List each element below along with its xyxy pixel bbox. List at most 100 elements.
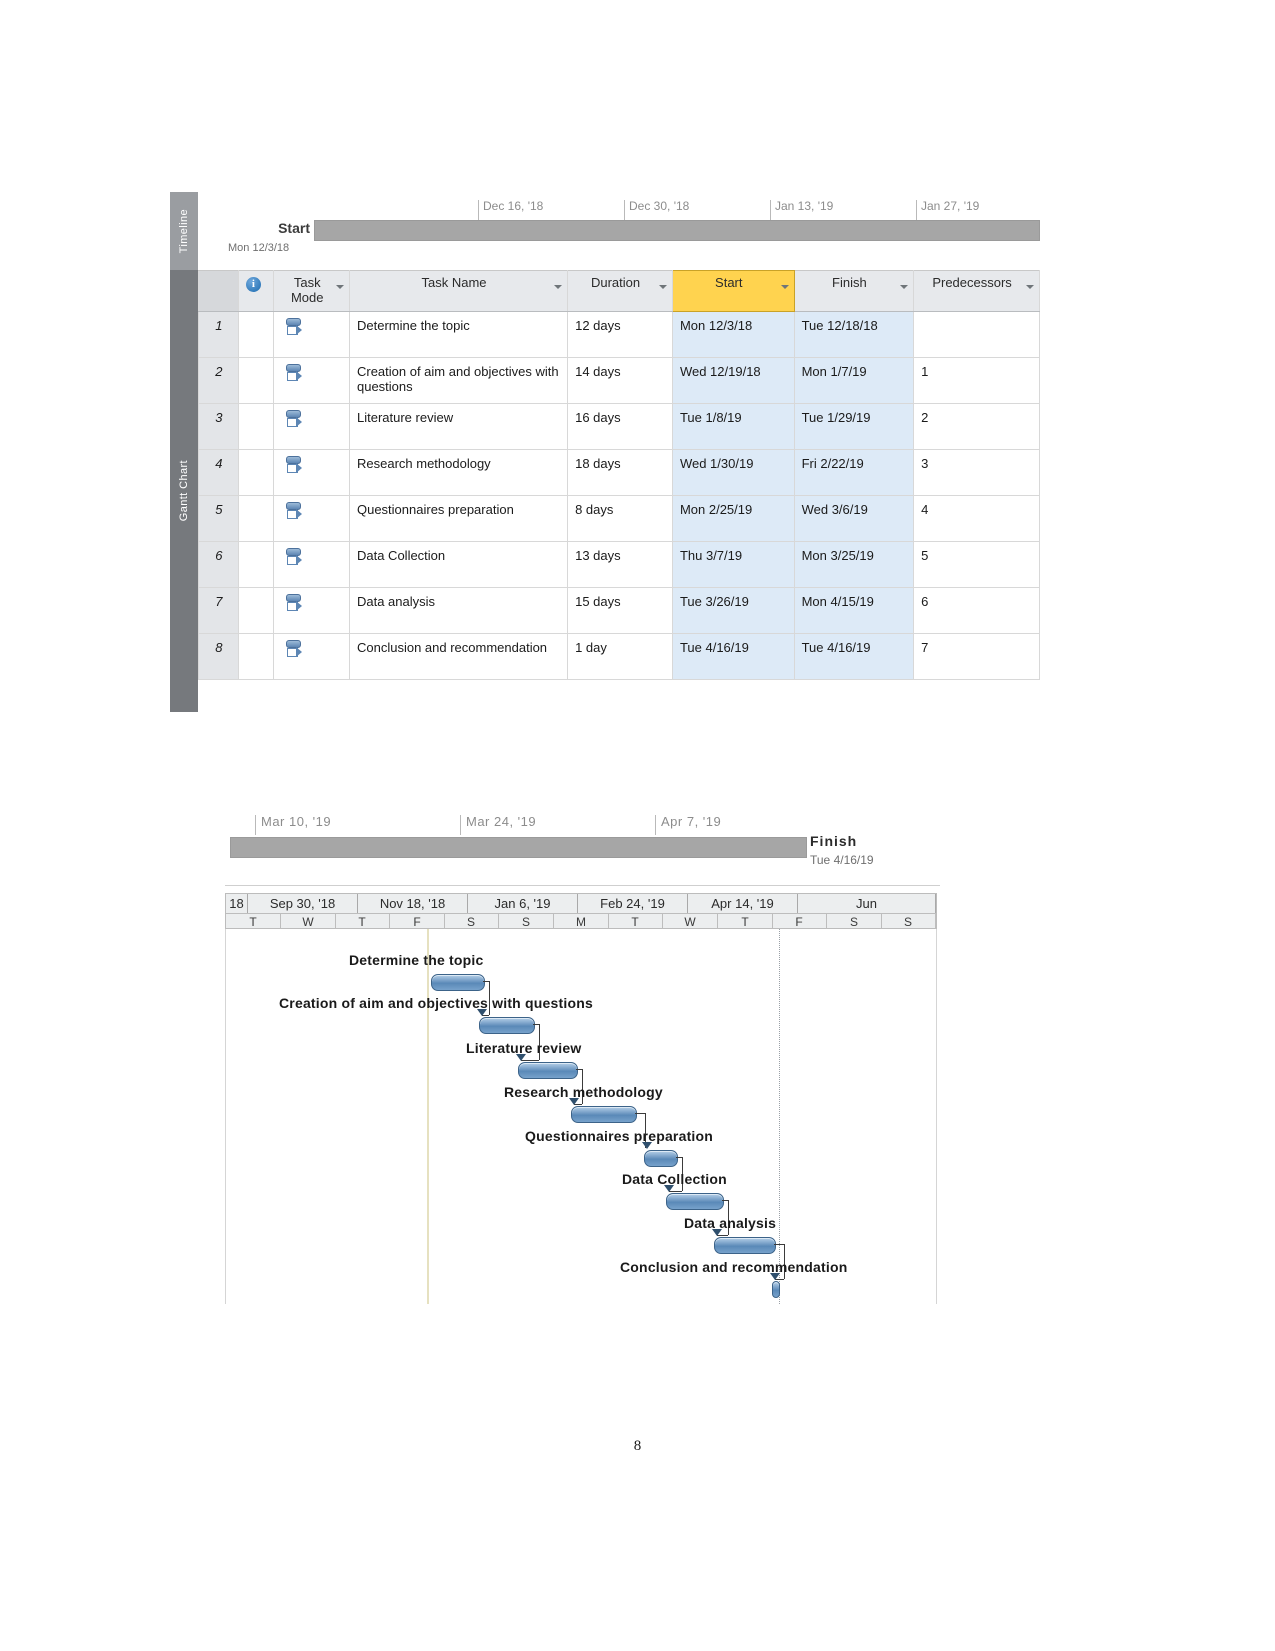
- task-name-cell[interactable]: Literature review: [348, 403, 569, 450]
- task-name-cell[interactable]: Conclusion and recommendation: [348, 633, 569, 680]
- gantt-bar[interactable]: [772, 1281, 780, 1298]
- task-mode-cell[interactable]: [273, 495, 350, 542]
- duration-cell[interactable]: 8 days: [567, 495, 673, 542]
- gantt-bar[interactable]: [644, 1150, 678, 1167]
- col-header-predecessors[interactable]: Predecessors: [913, 270, 1040, 312]
- col-header-duration[interactable]: Duration: [567, 270, 673, 312]
- gantt-bar-label: Data Collection: [622, 1171, 727, 1187]
- chevron-down-icon[interactable]: [658, 285, 667, 289]
- row-number: 4: [198, 449, 239, 496]
- finish-cell[interactable]: Mon 1/7/19: [793, 357, 915, 404]
- col-header-task-name[interactable]: Task Name: [348, 270, 569, 312]
- table-row[interactable]: 3 Literature review 16 days Tue 1/8/19 Tue 1…: [198, 403, 1040, 450]
- task-mode-cell[interactable]: [273, 449, 350, 496]
- gantt-minor-tick: S: [499, 913, 554, 929]
- duration-cell[interactable]: 18 days: [567, 449, 673, 496]
- indicator-cell[interactable]: [237, 541, 275, 588]
- finish-cell[interactable]: Tue 1/29/19: [793, 403, 915, 450]
- task-name-cell[interactable]: Data analysis: [348, 587, 569, 634]
- task-name-cell[interactable]: Research methodology: [348, 449, 569, 496]
- table-row[interactable]: 7 Data analysis 15 days Tue 3/26/19 Mon 4/15…: [198, 587, 1040, 634]
- start-cell[interactable]: Mon 2/25/19: [671, 495, 795, 542]
- predecessors-cell[interactable]: 1: [913, 357, 1040, 404]
- indicator-cell[interactable]: [237, 311, 275, 358]
- task-mode-cell[interactable]: [273, 633, 350, 680]
- predecessors-cell[interactable]: 6: [913, 587, 1040, 634]
- task-mode-cell[interactable]: [273, 357, 350, 404]
- indicator-cell[interactable]: [237, 633, 275, 680]
- start-cell[interactable]: Thu 3/7/19: [671, 541, 795, 588]
- gantt-bar[interactable]: [431, 974, 485, 991]
- predecessors-cell[interactable]: 2: [913, 403, 1040, 450]
- task-name-cell[interactable]: Questionnaires preparation: [348, 495, 569, 542]
- gantt-minor-tick: S: [444, 913, 499, 929]
- timeline-progress-bar[interactable]: [314, 220, 1040, 241]
- side-tab-gantt-chart[interactable]: Gantt Chart: [170, 270, 198, 712]
- task-mode-cell[interactable]: [273, 311, 350, 358]
- predecessors-cell[interactable]: 4: [913, 495, 1040, 542]
- gantt-bar[interactable]: [666, 1193, 724, 1210]
- duration-cell[interactable]: 1 day: [567, 633, 673, 680]
- start-cell[interactable]: Mon 12/3/18: [671, 311, 795, 358]
- finish-cell[interactable]: Tue 4/16/19: [793, 633, 915, 680]
- finish-cell[interactable]: Fri 2/22/19: [793, 449, 915, 496]
- task-mode-cell[interactable]: [273, 587, 350, 634]
- task-mode-cell[interactable]: [273, 541, 350, 588]
- col-header-start[interactable]: Start: [671, 270, 795, 312]
- predecessors-cell[interactable]: 3: [913, 449, 1040, 496]
- side-tab-gantt-label: Gantt Chart: [178, 460, 190, 522]
- finish-cell[interactable]: Mon 4/15/19: [793, 587, 915, 634]
- col-header-task-mode[interactable]: Task Mode: [273, 270, 350, 312]
- gantt-bar[interactable]: [571, 1106, 637, 1123]
- indicator-cell[interactable]: [237, 357, 275, 404]
- duration-cell[interactable]: 14 days: [567, 357, 673, 404]
- task-mode-cell[interactable]: [273, 403, 350, 450]
- table-row[interactable]: 4 Research methodology 18 days Wed 1/30/19 F…: [198, 449, 1040, 496]
- gantt-bar-label: Research methodology: [504, 1084, 663, 1100]
- start-cell[interactable]: Tue 3/26/19: [671, 587, 795, 634]
- duration-cell[interactable]: 15 days: [567, 587, 673, 634]
- gantt-link: [774, 1244, 784, 1245]
- chevron-down-icon[interactable]: [554, 285, 563, 289]
- duration-cell[interactable]: 16 days: [567, 403, 673, 450]
- col-header-finish[interactable]: Finish: [793, 270, 915, 312]
- predecessors-cell[interactable]: [913, 311, 1040, 358]
- indicator-cell[interactable]: [237, 403, 275, 450]
- chevron-down-icon[interactable]: [1026, 285, 1034, 289]
- finish-cell[interactable]: Tue 12/18/18: [793, 311, 915, 358]
- start-cell[interactable]: Tue 1/8/19: [671, 403, 795, 450]
- side-tab-timeline[interactable]: Timeline: [170, 192, 198, 270]
- finish-cell[interactable]: Wed 3/6/19: [793, 495, 915, 542]
- duration-cell[interactable]: 13 days: [567, 541, 673, 588]
- col-header-indicator[interactable]: i: [237, 270, 275, 312]
- start-cell[interactable]: Wed 1/30/19: [671, 449, 795, 496]
- task-name-cell[interactable]: Creation of aim and objectives with ques…: [348, 357, 569, 404]
- gantt-bar[interactable]: [518, 1062, 578, 1079]
- gantt-bar[interactable]: [479, 1017, 535, 1034]
- table-row[interactable]: 1 Determine the topic 12 days Mon 12/3/18 Tu…: [198, 311, 1040, 358]
- start-cell[interactable]: Wed 12/19/18: [671, 357, 795, 404]
- table-row[interactable]: 8 Conclusion and recommendation 1 day Tue 4…: [198, 633, 1040, 680]
- indicator-cell[interactable]: [237, 587, 275, 634]
- chevron-down-icon[interactable]: [335, 285, 344, 289]
- indicator-cell[interactable]: [237, 495, 275, 542]
- indicator-cell[interactable]: [237, 449, 275, 496]
- duration-cell[interactable]: 12 days: [567, 311, 673, 358]
- col-header-task-mode-label: Task Mode: [290, 275, 324, 305]
- chevron-down-icon[interactable]: [900, 285, 909, 289]
- gantt-bar[interactable]: [714, 1237, 776, 1254]
- predecessors-cell[interactable]: 5: [913, 541, 1040, 588]
- table-row[interactable]: 2 Creation of aim and objectives with que…: [198, 357, 1040, 404]
- predecessors-cell[interactable]: 7: [913, 633, 1040, 680]
- table-row[interactable]: 6 Data Collection 13 days Thu 3/7/19 Mon 3/2…: [198, 541, 1040, 588]
- timeline2-progress-bar[interactable]: [230, 837, 807, 858]
- start-cell[interactable]: Tue 4/16/19: [671, 633, 795, 680]
- chevron-down-icon[interactable]: [780, 285, 789, 289]
- finish-cell[interactable]: Mon 3/25/19: [793, 541, 915, 588]
- status-date-line: [779, 929, 780, 1304]
- task-name-cell[interactable]: Data Collection: [348, 541, 569, 588]
- auto-schedule-icon: [285, 456, 303, 478]
- table-row[interactable]: 5 Questionnaires preparation 8 days Mon 2/2…: [198, 495, 1040, 542]
- task-name-cell[interactable]: Determine the topic: [348, 311, 569, 358]
- col-header-task-name-label: Task Name: [421, 275, 487, 290]
